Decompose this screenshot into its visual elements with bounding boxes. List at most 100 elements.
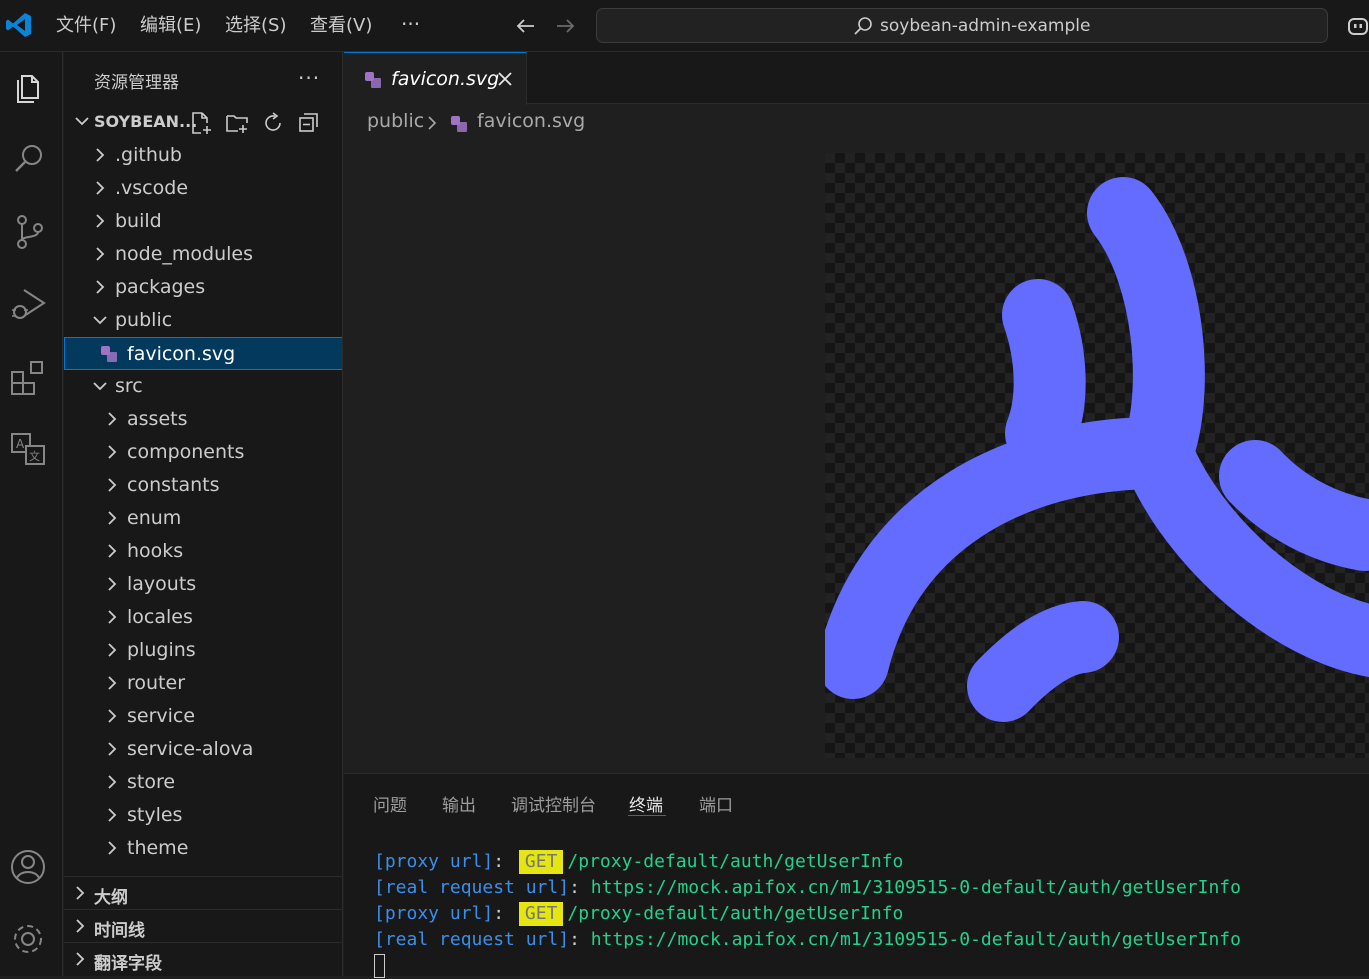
tree-item-label: .vscode — [115, 177, 189, 199]
run-debug-icon[interactable] — [8, 282, 50, 324]
folder-item[interactable]: layouts — [64, 568, 342, 601]
tree-item-label: service — [127, 705, 196, 727]
terminal-url: /proxy-default/auth/getUserInfo — [567, 851, 904, 872]
search-icon — [854, 17, 872, 35]
folder-item[interactable]: src — [64, 370, 342, 403]
folder-item[interactable]: build — [64, 205, 342, 238]
chevron-right-icon — [108, 577, 117, 591]
section-outline[interactable]: 大纲 — [64, 876, 342, 909]
workspace-root-row[interactable]: SOYBEAN... — [64, 107, 342, 139]
tree-item-label: plugins — [127, 639, 196, 661]
bottom-panel: 问题 输出 调试控制台 终端 端口 [proxy url]: GET/proxy… — [344, 773, 1369, 979]
section-translate-fields[interactable]: 翻译字段 — [64, 942, 342, 975]
chevron-down-icon — [75, 117, 89, 126]
folder-item[interactable]: typings — [64, 865, 342, 873]
editor-tabs: favicon.svg — [344, 52, 1369, 105]
folder-item[interactable]: .github — [64, 139, 342, 172]
tab-favicon-svg[interactable]: favicon.svg — [344, 52, 527, 105]
explorer-icon[interactable] — [8, 66, 50, 108]
breadcrumb-file[interactable]: favicon.svg — [477, 110, 585, 132]
tree-item-label: src — [115, 375, 143, 397]
chevron-right-icon — [108, 544, 117, 558]
chevron-right-icon — [108, 412, 117, 426]
refresh-icon[interactable] — [260, 110, 286, 136]
folder-item[interactable]: styles — [64, 799, 342, 832]
account-icon[interactable] — [8, 846, 50, 888]
section-timeline[interactable]: 时间线 — [64, 909, 342, 942]
folder-item[interactable]: plugins — [64, 634, 342, 667]
terminal-separator: : — [493, 851, 515, 872]
folder-item[interactable]: theme — [64, 832, 342, 865]
terminal-line: [proxy url]: GET/proxy-default/auth/getU… — [374, 901, 1241, 927]
section-outline-label: 大纲 — [94, 888, 128, 908]
tree-item-label: assets — [127, 408, 188, 430]
chevron-right-icon — [108, 808, 117, 822]
tree-item-label: router — [127, 672, 186, 694]
copilot-icon[interactable] — [1346, 13, 1369, 39]
terminal-separator: : — [493, 903, 515, 924]
translate-icon[interactable]: A 文 — [8, 428, 50, 470]
file-tree: .github .vscode build node_modules packages p… — [64, 139, 342, 873]
terminal-method-badge: GET — [518, 902, 564, 926]
folder-item[interactable]: locales — [64, 601, 342, 634]
folder-item[interactable]: service-alova — [64, 733, 342, 766]
panel-tab-output[interactable]: 输出 — [442, 791, 476, 816]
panel-tab-terminal[interactable]: 终端 — [629, 791, 663, 816]
folder-item[interactable]: assets — [64, 403, 342, 436]
favicon-preview-image — [825, 177, 1369, 722]
folder-item[interactable]: public — [64, 304, 342, 337]
menu-edit[interactable]: 编辑(E) — [140, 13, 201, 39]
settings-gear-icon[interactable] — [8, 918, 50, 960]
chevron-right-icon — [76, 952, 85, 966]
terminal-prefix: [proxy url] — [374, 851, 494, 872]
tree-item-label: components — [127, 441, 245, 463]
folder-item[interactable]: packages — [64, 271, 342, 304]
terminal-prefix: [real request url] — [374, 929, 570, 950]
folder-item[interactable]: node_modules — [64, 238, 342, 271]
new-folder-icon[interactable] — [224, 110, 250, 136]
tree-item-label: constants — [127, 474, 220, 496]
folder-item[interactable]: components — [64, 436, 342, 469]
source-control-icon[interactable] — [8, 210, 50, 252]
folder-item[interactable]: .vscode — [64, 172, 342, 205]
menu-file[interactable]: 文件(F) — [56, 13, 116, 39]
section-translate-fields-label: 翻译字段 — [94, 954, 162, 974]
breadcrumb-folder[interactable]: public — [367, 110, 424, 132]
section-timeline-label: 时间线 — [94, 921, 145, 941]
arrow-left-icon[interactable] — [512, 12, 540, 40]
panel-tab-debug-console[interactable]: 调试控制台 — [511, 791, 596, 816]
extensions-icon[interactable] — [8, 356, 50, 398]
terminal-url: https://mock.apifox.cn/m1/3109515-0-defa… — [590, 929, 1241, 950]
menu-selection[interactable]: 选择(S) — [225, 13, 286, 39]
folder-item[interactable]: router — [64, 667, 342, 700]
terminal-output[interactable]: [proxy url]: GET/proxy-default/auth/getU… — [374, 849, 1241, 979]
tree-item-label: .github — [115, 144, 182, 166]
chevron-right-icon — [76, 886, 85, 900]
tree-item-label: build — [115, 210, 162, 232]
search-icon[interactable] — [8, 138, 50, 180]
chevron-down-icon — [93, 382, 107, 391]
command-center-search[interactable]: soybean-admin-example — [596, 8, 1328, 43]
new-file-icon[interactable] — [188, 110, 214, 136]
panel-tab-problems[interactable]: 问题 — [373, 791, 407, 816]
file-item[interactable]: favicon.svg — [64, 337, 342, 370]
terminal-line: [proxy url]: GET/proxy-default/auth/getU… — [374, 849, 1241, 875]
menu-more-button[interactable]: ··· — [401, 11, 420, 37]
chevron-right-icon — [108, 676, 117, 690]
terminal-line: [real request url]: https://mock.apifox.… — [374, 875, 1241, 901]
tab-label: favicon.svg — [391, 68, 500, 90]
close-icon[interactable] — [496, 70, 514, 88]
arrow-right-icon[interactable] — [551, 12, 579, 40]
explorer-more-button[interactable]: ··· — [298, 66, 320, 90]
folder-item[interactable]: enum — [64, 502, 342, 535]
menu-view[interactable]: 查看(V) — [310, 13, 372, 39]
folder-item[interactable]: store — [64, 766, 342, 799]
tree-item-label: store — [127, 771, 176, 793]
chevron-right-icon — [96, 181, 105, 195]
folder-item[interactable]: service — [64, 700, 342, 733]
folder-item[interactable]: constants — [64, 469, 342, 502]
panel-tab-ports[interactable]: 端口 — [699, 791, 733, 816]
breadcrumb: public favicon.svg — [344, 104, 1369, 140]
folder-item[interactable]: hooks — [64, 535, 342, 568]
collapse-all-icon[interactable] — [296, 110, 322, 136]
